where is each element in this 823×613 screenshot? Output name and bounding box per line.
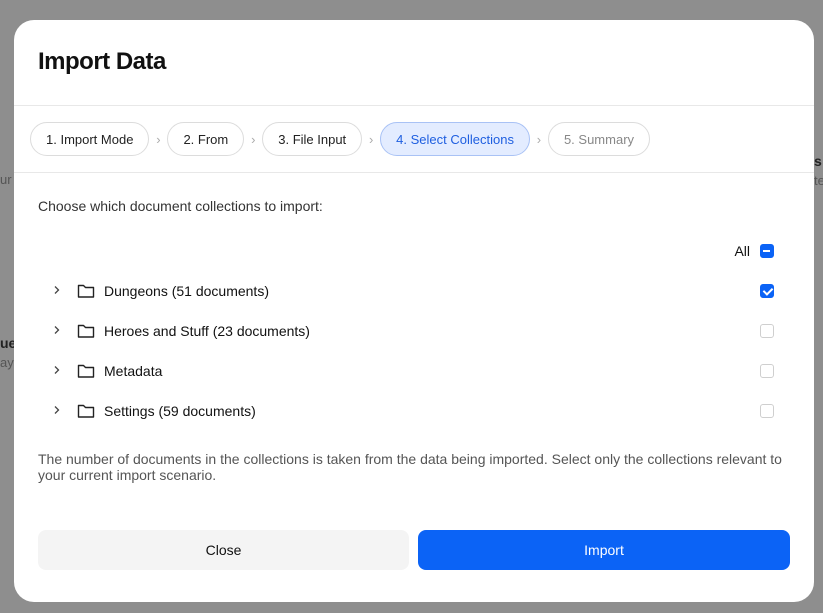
chevron-right-icon: › [156, 131, 161, 147]
footnote-text: The number of documents in the collectio… [38, 451, 782, 483]
background-text: te [814, 173, 823, 188]
dialog-header: Import Data [14, 20, 814, 106]
chevron-right-icon[interactable] [52, 364, 66, 378]
dialog-footer: Close Import [38, 530, 790, 570]
folder-icon [77, 404, 95, 418]
collection-row[interactable]: Heroes and Stuff (23 documents) [38, 311, 790, 351]
chevron-right-icon[interactable] [52, 284, 66, 298]
folder-icon [77, 284, 95, 298]
collection-list: Dungeons (51 documents) Heroes and Stuff… [38, 271, 790, 431]
collection-checkbox[interactable] [760, 364, 774, 378]
step-from[interactable]: 2. From [167, 122, 245, 156]
chevron-right-icon[interactable] [52, 404, 66, 418]
collection-checkbox[interactable] [760, 404, 774, 418]
background-text: s [814, 153, 822, 169]
chevron-right-icon[interactable] [52, 324, 66, 338]
instruction-text: Choose which document collections to imp… [38, 198, 323, 214]
collection-label: Dungeons (51 documents) [104, 283, 269, 299]
dialog-title: Import Data [38, 48, 166, 75]
chevron-right-icon: › [536, 131, 542, 147]
chevron-right-icon: › [251, 131, 256, 147]
collection-checkbox[interactable] [760, 324, 774, 338]
collection-checkbox[interactable] [760, 284, 774, 298]
step-summary[interactable]: 5. Summary [547, 122, 651, 156]
import-button[interactable]: Import [418, 530, 790, 570]
collection-label: Settings (59 documents) [104, 403, 256, 419]
dialog-content: Choose which document collections to imp… [14, 173, 814, 483]
select-all-label: All [734, 243, 750, 259]
collection-row[interactable]: Settings (59 documents) [38, 391, 790, 431]
collection-label: Metadata [104, 363, 163, 379]
step-select-collections[interactable]: 4. Select Collections [380, 122, 530, 156]
select-all-row: All [38, 241, 790, 261]
background-text: ur [0, 172, 12, 187]
collection-row[interactable]: Dungeons (51 documents) [38, 271, 790, 311]
import-data-dialog: Import Data 1. Import Mode › 2. From › 3… [14, 20, 814, 602]
step-file-input[interactable]: 3. File Input [262, 122, 363, 156]
select-all-checkbox[interactable] [760, 244, 774, 258]
wizard-stepper: 1. Import Mode › 2. From › 3. File Input… [14, 106, 814, 173]
step-import-mode[interactable]: 1. Import Mode [30, 122, 150, 156]
background-text: ay [0, 355, 14, 370]
collection-label: Heroes and Stuff (23 documents) [104, 323, 310, 339]
collection-row[interactable]: Metadata [38, 351, 790, 391]
folder-icon [77, 364, 95, 378]
close-button[interactable]: Close [38, 530, 409, 570]
folder-icon [77, 324, 95, 338]
chevron-right-icon: › [369, 131, 374, 147]
